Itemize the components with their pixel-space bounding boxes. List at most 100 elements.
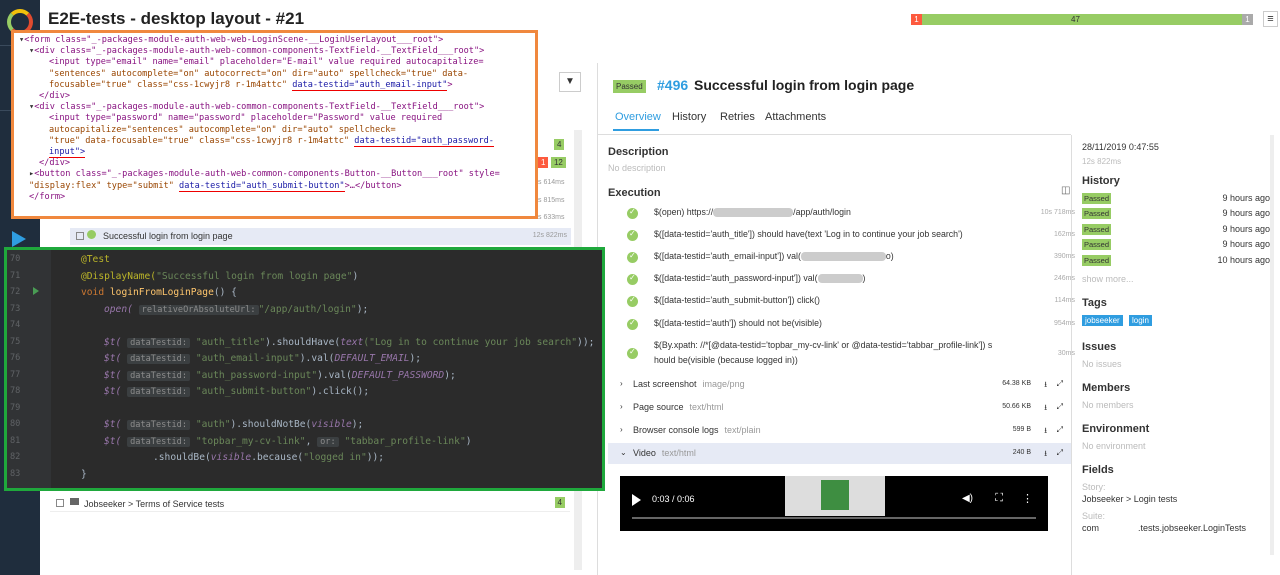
html-line: focusable="true" class="css-1cwyjr8 r-1m… [49, 79, 453, 92]
attachment-mime: text/html [661, 448, 696, 458]
tree-duration: s 815ms [538, 197, 565, 204]
story-value: Jobseeker > Login tests [1082, 494, 1178, 504]
line-number: 83 [10, 468, 21, 479]
tag-badge[interactable]: jobseeker [1082, 315, 1123, 326]
chevron-right-icon: › [620, 425, 623, 434]
filter-icon[interactable]: ▼ [559, 72, 581, 92]
attachment-size: 599 B [1012, 426, 1031, 433]
expand-icon[interactable]: ⤢ [1057, 448, 1063, 458]
tab-overview[interactable]: Overview [615, 111, 661, 123]
step-duration: 954ms [1053, 320, 1075, 327]
page-title: E2E-tests - desktop layout - #21 [48, 9, 305, 28]
chevron-right-icon: › [620, 402, 623, 411]
volume-icon[interactable]: ◀) [962, 493, 973, 504]
issues-value: No issues [1082, 359, 1122, 369]
line-number: 73 [10, 303, 21, 314]
html-line: ▾<div class="_-packages-module-auth-web-… [29, 46, 485, 57]
step-text-cont: hould be(visible (because logged in)) [654, 355, 798, 365]
step-duration: 114ms [1054, 297, 1076, 304]
attachment-size: 50.66 KB [1002, 403, 1031, 410]
html-line: ▸<button class="_-packages-module-auth-w… [29, 169, 500, 180]
html-line: ▾<div class="_-packages-module-auth-web-… [29, 102, 485, 113]
line-number: 81 [10, 435, 21, 446]
line-number: 75 [10, 336, 21, 347]
members-label: Members [1082, 382, 1131, 394]
environment-label: Environment [1082, 423, 1150, 435]
tab-history[interactable]: History [672, 111, 706, 123]
passed-count[interactable]: 47 [1071, 14, 1080, 25]
history-row[interactable]: Passed 9 hours ago [1082, 239, 1270, 250]
html-line: autocapitalize="sentences" autocomplete=… [49, 124, 396, 135]
suite-value: .tests.jobseeker.LoginTests [1138, 523, 1247, 533]
play-icon[interactable] [632, 494, 641, 506]
download-icon[interactable]: ⭳ [1044, 402, 1047, 416]
attachment-row[interactable]: › Browser console logs text/plain 599 B ⭳… [608, 420, 1071, 441]
html-line: "sentences" autocomplete="on" autocorrec… [49, 68, 469, 79]
html-snippet-overlay: ▾<form class="_-packages-module-auth-web… [11, 30, 538, 219]
play-icon[interactable] [12, 231, 26, 247]
code-line: $t( dataTestid: "auth").shouldNotBe(visi… [104, 419, 364, 430]
show-more-link[interactable]: show more... [1082, 274, 1134, 284]
tree-item-selected[interactable]: Successful login from login page 12s 822… [70, 228, 571, 245]
line-number: 77 [10, 369, 21, 380]
step-row[interactable]: $([data-testid='auth_email-input']) val(… [620, 251, 1075, 265]
tab-divider [598, 134, 1071, 135]
check-icon [87, 229, 96, 239]
download-icon[interactable]: ⭳ [1044, 425, 1047, 439]
attachment-size: 240 B [1012, 449, 1031, 456]
video-progress[interactable] [632, 517, 1036, 519]
step-text: $(open) https:///app/auth/login [654, 207, 851, 218]
run-icon[interactable] [33, 287, 39, 295]
line-number: 72 [10, 287, 21, 297]
history-row[interactable]: Passed 9 hours ago [1082, 193, 1270, 204]
expand-icon[interactable]: ⤢ [1057, 402, 1063, 412]
more-icon[interactable]: ⋮ [1022, 492, 1033, 505]
tab-attachments[interactable]: Attachments [765, 111, 826, 123]
html-line: </form> [29, 191, 66, 202]
execution-label: Execution [608, 187, 661, 199]
checkbox-icon[interactable] [56, 499, 64, 508]
expand-icon[interactable]: ⤢ [1057, 379, 1063, 389]
step-row[interactable]: $([data-testid='auth']) should not be(vi… [620, 318, 1075, 332]
expand-icon[interactable]: ⤢ [1057, 425, 1063, 435]
line-number: 76 [10, 353, 21, 363]
download-icon[interactable]: ⭳ [1044, 379, 1047, 393]
step-row[interactable]: $([data-testid='auth_submit-button']) cl… [620, 295, 1075, 309]
tree-group-row[interactable]: Jobseeker > Terms of Service tests 4 [50, 496, 570, 512]
tree-duration: s 614ms [538, 179, 565, 186]
history-row[interactable]: Passed 9 hours ago [1082, 208, 1270, 219]
status-badge: Passed [613, 80, 646, 93]
checkbox-icon[interactable] [76, 232, 84, 240]
attachment-row[interactable]: › Last screenshot image/png 64.38 KB ⭳ ⤢ [608, 374, 1071, 395]
html-line: "display:flex" type="submit" data-testid… [29, 180, 402, 192]
step-row[interactable]: $(open) https:///app/auth/login 10s 718m… [620, 207, 1075, 221]
tree-group-count: 4 [554, 497, 565, 508]
columns-icon[interactable]: ◫ [1061, 185, 1070, 196]
testid-password: data-testid="auth_password- [354, 135, 494, 148]
menu-icon[interactable]: ≡ [1263, 11, 1278, 27]
step-text: $([data-testid='auth']) should not be(vi… [654, 318, 822, 328]
step-row[interactable]: $([data-testid='auth_title']) should hav… [620, 229, 1075, 243]
line-number: 70 [10, 254, 21, 264]
step-row[interactable]: $(By.xpath: //*[@data-testid='topbar_my-… [620, 340, 1075, 368]
skipped-count[interactable]: 1 [1242, 14, 1253, 25]
attachment-row[interactable]: › Page source text/html 50.66 KB ⭳ ⤢ [608, 397, 1071, 418]
step-row[interactable]: $([data-testid='auth_password-input']) v… [620, 273, 1075, 287]
history-row[interactable]: Passed 9 hours ago [1082, 224, 1270, 235]
chevron-down-icon: ⌄ [620, 448, 627, 457]
history-row[interactable]: Passed 10 hours ago [1082, 255, 1270, 266]
status-bar[interactable]: 1 47 1 [911, 14, 1253, 25]
attachment-row-selected[interactable]: ⌄ Video text/html 240 B ⭳ ⤢ [608, 443, 1071, 464]
step-text: $([data-testid='auth_submit-button']) cl… [654, 295, 820, 305]
sidebar-scrollbar[interactable] [1270, 135, 1274, 555]
tab-retries[interactable]: Retries [720, 111, 755, 123]
html-line: input"> [49, 147, 86, 159]
check-icon [627, 295, 638, 307]
code-line: $t( dataTestid: "auth_title").shouldHave… [104, 336, 595, 348]
download-icon[interactable]: ⭳ [1044, 448, 1047, 462]
members-value: No members [1082, 400, 1134, 410]
failed-count[interactable]: 1 [911, 14, 922, 25]
suite-label: Suite: [1082, 511, 1106, 521]
tag-badge[interactable]: login [1129, 315, 1152, 326]
fullscreen-icon[interactable]: ⛶ [995, 492, 1003, 505]
